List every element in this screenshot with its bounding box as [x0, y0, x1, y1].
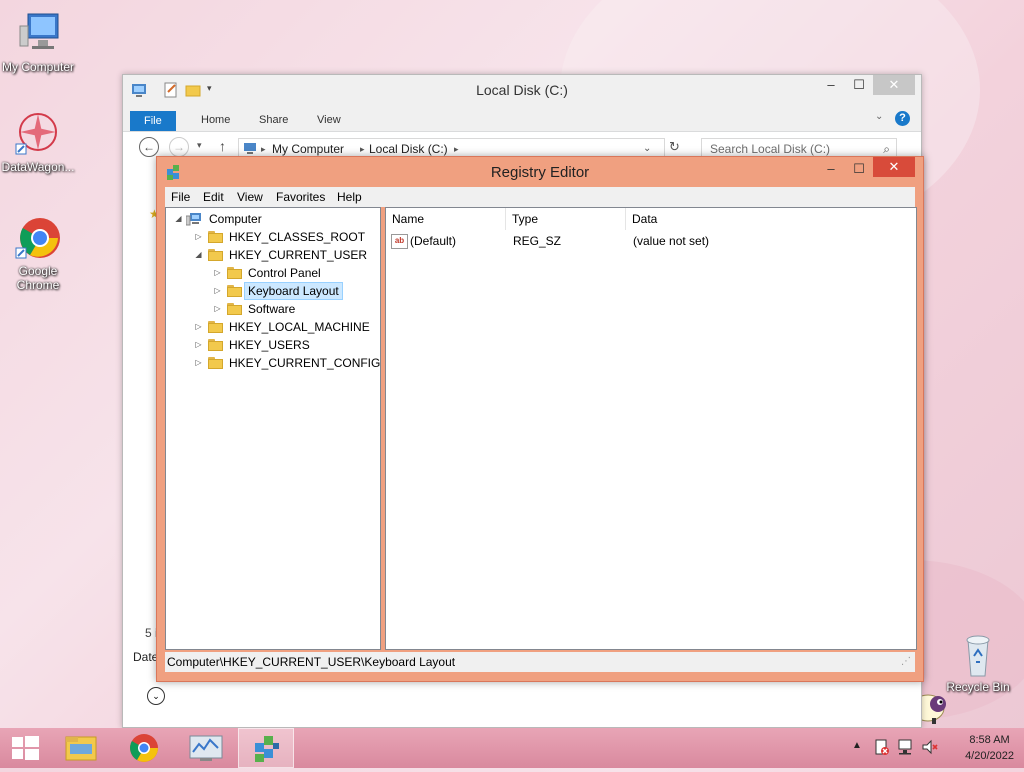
taskbar: ▲ 8:58 AM 4/20/2022	[0, 728, 1024, 768]
menu-view[interactable]: View	[237, 190, 263, 204]
search-placeholder: Search Local Disk (C:)	[710, 142, 831, 156]
tree-node-label: HKEY_LOCAL_MACHINE	[229, 320, 370, 334]
registry-editor-icon	[255, 736, 279, 762]
taskbar-registry-editor[interactable]	[238, 728, 294, 768]
value-type: REG_SZ	[513, 234, 562, 248]
desktop-icon-label: My Computer	[1, 60, 75, 74]
back-button[interactable]: ←	[139, 137, 159, 157]
show-hidden-icons-icon[interactable]: ▲	[852, 740, 862, 751]
regedit-close-button[interactable]: ✕	[873, 157, 915, 177]
expand-arrow-icon[interactable]: ▷	[213, 282, 222, 300]
ribbon-expand-icon[interactable]: ⌄	[875, 111, 883, 122]
tree-node-label: HKEY_CLASSES_ROOT	[229, 230, 366, 244]
desktop-icon-google-chrome[interactable]: Google Chrome	[0, 214, 76, 292]
desktop-icon-label: DataWagon...	[1, 160, 75, 174]
chrome-icon	[14, 214, 62, 262]
chrome-icon	[130, 734, 158, 762]
explorer-title: Local Disk (C:)	[476, 82, 568, 98]
start-button[interactable]	[0, 728, 56, 768]
search-input[interactable]: Search Local Disk (C:) ⌕	[701, 138, 897, 158]
recent-locations-icon[interactable]: ▾	[197, 140, 202, 151]
menu-help[interactable]: Help	[337, 190, 362, 204]
registry-values-list[interactable]: Name Type Data ab (Default) REG_SZ (valu…	[385, 207, 917, 650]
tree-node-label: HKEY_CURRENT_CONFIG	[229, 356, 381, 370]
file-explorer-icon	[65, 736, 97, 761]
collapse-arrow-icon[interactable]: ◢	[194, 246, 203, 264]
ribbon-tab-file[interactable]: File	[130, 111, 176, 131]
clock-date: 4/20/2022	[965, 750, 1014, 762]
minimize-button[interactable]: –	[817, 75, 845, 95]
network-icon[interactable]	[898, 738, 914, 759]
details-column-fragment: Date	[133, 650, 159, 664]
value-name: (Default)	[410, 234, 457, 248]
regedit-title: Registry Editor	[490, 164, 590, 181]
registry-editor-window[interactable]: Registry Editor – ☐ ✕ File Edit View Fav…	[156, 156, 924, 682]
menu-favorites[interactable]: Favorites	[276, 190, 325, 204]
value-data: (value not set)	[633, 234, 710, 248]
folder-icon	[208, 231, 223, 243]
explorer-titlebar[interactable]: ▾ Local Disk (C:) – ☐ ✕	[123, 75, 921, 105]
maximize-button[interactable]: ☐	[845, 75, 873, 95]
monitor-chart-icon	[189, 735, 223, 761]
taskbar-clock[interactable]: 8:58 AM 4/20/2022	[965, 732, 1014, 764]
help-icon[interactable]: ?	[895, 111, 910, 126]
string-value-icon: ab	[391, 234, 408, 249]
ribbon-tab-share[interactable]: Share	[245, 109, 302, 131]
menu-file[interactable]: File	[171, 190, 190, 204]
regedit-status-bar: Computer\HKEY_CURRENT_USER\Keyboard Layo…	[165, 652, 915, 672]
menu-edit[interactable]: Edit	[203, 190, 224, 204]
folder-icon	[227, 267, 242, 279]
tree-node-label: HKEY_CURRENT_USER	[229, 248, 368, 262]
action-center-icon[interactable]	[874, 738, 890, 759]
status-path: Computer\HKEY_CURRENT_USER\Keyboard Layo…	[167, 655, 456, 669]
tree-node-label: Control Panel	[248, 266, 321, 280]
refresh-icon[interactable]: ↻	[669, 139, 680, 155]
expand-details-button[interactable]: ⌄	[147, 687, 165, 705]
taskbar-chrome[interactable]	[116, 728, 172, 768]
clock-time: 8:58 AM	[969, 734, 1010, 746]
regedit-minimize-button[interactable]: –	[817, 159, 845, 179]
folder-icon	[208, 357, 223, 369]
table-row[interactable]: ab (Default) REG_SZ (value not set)	[386, 208, 914, 252]
ribbon-tab-home[interactable]: Home	[187, 109, 244, 131]
desktop-icon-label: Google Chrome	[16, 264, 60, 292]
desktop-icon-my-computer[interactable]: My Computer	[0, 10, 76, 74]
expand-arrow-icon[interactable]: ▷	[213, 264, 222, 282]
explorer-ribbon: File Home Share View ⌄ ?	[123, 105, 921, 132]
folder-icon	[227, 285, 242, 297]
resize-grip-icon[interactable]: ⋰	[901, 652, 911, 672]
folder-icon	[208, 339, 223, 351]
computer-icon	[14, 10, 62, 58]
close-button[interactable]: ✕	[873, 75, 915, 95]
expand-arrow-icon[interactable]: ▷	[194, 354, 203, 372]
collapse-arrow-icon[interactable]: ◢	[174, 210, 183, 228]
expand-arrow-icon[interactable]: ▷	[213, 300, 222, 318]
volume-muted-icon[interactable]	[922, 738, 938, 759]
up-button[interactable]: ↑	[219, 138, 226, 154]
regedit-maximize-button[interactable]: ☐	[845, 159, 873, 179]
registry-tree[interactable]: ◢ Computer ▷ HKEY_CLASSES_ROOT ◢ HKEY_CU…	[165, 207, 381, 650]
tree-node-label: HKEY_USERS	[229, 338, 310, 352]
folder-icon	[208, 249, 223, 261]
expand-arrow-icon[interactable]: ▷	[194, 318, 203, 336]
desktop-icon-recycle-bin[interactable]: Recycle Bin	[940, 630, 1016, 694]
expand-arrow-icon[interactable]: ▷	[194, 228, 203, 246]
datawagon-icon	[14, 110, 62, 158]
forward-button[interactable]: →	[169, 137, 189, 157]
tree-node-label-selected: Keyboard Layout	[244, 282, 343, 300]
regedit-menu-bar: File Edit View Favorites Help	[165, 187, 915, 207]
desktop-icon-label: Recycle Bin	[946, 680, 1010, 694]
ribbon-tab-view[interactable]: View	[303, 109, 355, 131]
recycle-bin-icon	[954, 630, 1002, 678]
taskbar-file-explorer[interactable]	[54, 728, 110, 768]
folder-icon	[227, 303, 242, 315]
expand-arrow-icon[interactable]: ▷	[194, 336, 203, 354]
desktop-icon-datawagon[interactable]: DataWagon...	[0, 110, 76, 174]
tree-node-label: Computer	[209, 212, 262, 226]
tree-node-label: Software	[248, 302, 296, 316]
folder-icon	[208, 321, 223, 333]
windows-logo-icon	[12, 736, 39, 760]
taskbar-resource-monitor[interactable]	[178, 728, 234, 768]
